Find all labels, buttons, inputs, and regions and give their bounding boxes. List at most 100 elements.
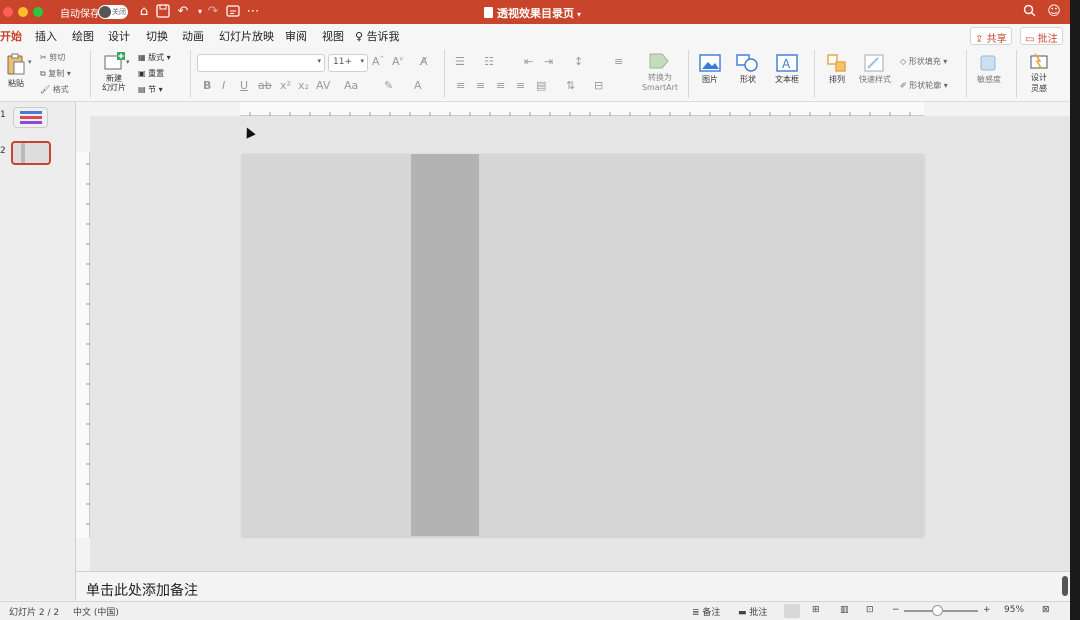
subscript-icon[interactable]: x₂	[298, 79, 309, 92]
bold-icon[interactable]: B	[203, 79, 211, 92]
slide-number-2: 2	[0, 146, 6, 156]
tab-animations[interactable]: 动画	[182, 28, 204, 44]
quick-styles-button[interactable]: 快速样式	[856, 54, 894, 85]
title-chevron-icon[interactable]: ▾	[577, 10, 581, 19]
slide-thumbnail-2[interactable]	[11, 141, 51, 165]
maximize-window-button[interactable]	[33, 7, 43, 17]
align-left-icon[interactable]: ≡	[456, 79, 465, 92]
picture-button[interactable]: 图片	[694, 54, 726, 85]
shape-fill-button[interactable]: ◇ 形状填充 ▾	[900, 56, 947, 67]
tab-review[interactable]: 审阅	[285, 28, 307, 44]
share-button[interactable]: ⇪ 共享	[970, 27, 1012, 45]
shape-button[interactable]: 形状	[732, 54, 764, 85]
font-size-select[interactable]: 11+ ▾	[328, 54, 368, 72]
sensitivity-button[interactable]: 敏感度	[972, 54, 1006, 85]
more-icon[interactable]: ⋯	[245, 4, 261, 20]
cut-button[interactable]: ✂ 剪切	[40, 52, 65, 63]
redo-icon[interactable]: ↷	[205, 4, 221, 20]
line-spacing-icon[interactable]: ↕	[574, 55, 583, 68]
search-icon[interactable]	[1021, 4, 1037, 20]
reading-view-icon[interactable]: ▥	[840, 605, 849, 615]
notes-toggle[interactable]: ≣ 备注	[692, 605, 720, 618]
editing-canvas[interactable]	[90, 116, 1070, 571]
paste-button[interactable]: 粘贴	[4, 52, 28, 89]
layout-label: 版式	[148, 53, 165, 62]
comments-button[interactable]: ▭ 批注	[1020, 27, 1063, 45]
highlight-icon[interactable]: ✎	[384, 79, 393, 92]
status-bar: 幻灯片 2 / 2 中文 (中国) ≣ 备注 ▬ 批注 ⊞ ▥ ⊡ − + 95…	[0, 601, 1070, 620]
undo-icon[interactable]: ↶	[175, 4, 191, 20]
tab-transitions[interactable]: 切换	[146, 28, 168, 44]
tab-slideshow[interactable]: 幻灯片放映	[219, 28, 274, 44]
change-case-icon[interactable]: Aa	[344, 79, 358, 92]
slideshow-icon[interactable]: ⊡	[866, 605, 874, 615]
columns-icon[interactable]: ≡	[614, 55, 623, 68]
underline-icon[interactable]: U	[240, 79, 248, 92]
close-window-button[interactable]	[3, 7, 13, 17]
thumb-stripe	[20, 116, 42, 119]
smiley-icon[interactable]: ☺	[1046, 4, 1062, 20]
bullets-icon[interactable]: ☰	[455, 55, 465, 68]
shape-outline-button[interactable]: ✐ 形状轮廓 ▾	[900, 80, 948, 91]
home-icon[interactable]: ⌂	[136, 4, 152, 20]
numbering-icon[interactable]: ☷	[484, 55, 494, 68]
tab-design[interactable]: 设计	[108, 28, 130, 44]
arrange-button[interactable]: 排列	[820, 54, 854, 85]
distributed-icon[interactable]: ▤	[536, 79, 546, 92]
current-slide[interactable]	[242, 154, 924, 536]
zoom-out-icon[interactable]: −	[892, 605, 900, 615]
align-right-icon[interactable]: ≡	[496, 79, 505, 92]
decrease-indent-icon[interactable]: ⇤	[524, 55, 533, 68]
copy-button[interactable]: ⧉ 复制 ▾	[40, 68, 71, 79]
notes-pane[interactable]: 单击此处添加备注	[76, 571, 1070, 601]
increase-indent-icon[interactable]: ⇥	[544, 55, 553, 68]
tab-insert[interactable]: 插入	[35, 28, 57, 44]
language-indicator[interactable]: 中文 (中国)	[73, 605, 119, 618]
font-color-icon[interactable]: A	[414, 79, 422, 92]
zoom-level[interactable]: 95%	[1004, 605, 1024, 615]
increase-font-icon[interactable]: A^	[372, 55, 385, 68]
character-spacing-icon[interactable]: AV	[316, 79, 330, 92]
designer-button[interactable]: 设计 灵感	[1022, 52, 1056, 94]
align-text-icon[interactable]: ⊟	[594, 79, 603, 92]
title-bar: 自动保存 关闭 ⌂ ↶ ▾ ↷ ⋯ 透视效果目录页 ▾ ☺	[0, 0, 1070, 24]
normal-view-button[interactable]	[784, 604, 800, 618]
minimize-window-button[interactable]	[18, 7, 28, 17]
autosave-toggle[interactable]: 关闭	[98, 5, 128, 19]
slide-thumbnail-1[interactable]	[13, 107, 48, 128]
decrease-font-icon[interactable]: Av	[392, 55, 403, 68]
slide-sorter-icon[interactable]: ⊞	[812, 605, 820, 615]
tab-view[interactable]: 视图	[322, 28, 344, 44]
notes-toggle-label: 备注	[702, 608, 721, 618]
format-painter-button[interactable]: 🖌 格式	[40, 84, 69, 95]
convert-smartart-button[interactable]: 转换为 SmartArt	[638, 52, 682, 92]
italic-icon[interactable]: I	[222, 79, 225, 92]
strikethrough-icon[interactable]: ab	[258, 79, 272, 92]
paste-dropdown-icon[interactable]: ▾	[28, 58, 32, 66]
new-slide-dropdown-icon[interactable]: ▾	[126, 58, 130, 66]
align-center-icon[interactable]: ≡	[476, 79, 485, 92]
textbox-button[interactable]: A 文本框	[770, 54, 804, 85]
separator	[190, 50, 191, 98]
zoom-in-icon[interactable]: +	[983, 605, 991, 615]
zoom-slider-knob[interactable]	[932, 605, 943, 616]
notes-scrollbar[interactable]	[1062, 576, 1068, 596]
text-direction-icon[interactable]: ⇅	[566, 79, 575, 92]
fit-to-window-icon[interactable]: ⊠	[1042, 605, 1050, 615]
reset-button[interactable]: ▣ 重置	[138, 68, 164, 79]
font-name-select[interactable]: ▾	[197, 54, 325, 72]
smartart-icon	[649, 53, 669, 69]
comments-toggle[interactable]: ▬ 批注	[738, 605, 767, 618]
tab-draw[interactable]: 绘图	[72, 28, 94, 44]
layout-button[interactable]: ▦ 版式 ▾	[138, 52, 171, 63]
save-icon[interactable]	[155, 4, 171, 20]
justify-icon[interactable]: ≡	[516, 79, 525, 92]
section-button[interactable]: ▤ 节 ▾	[138, 84, 163, 95]
vertical-bar-shape[interactable]	[411, 154, 479, 536]
tell-me-search[interactable]: ♀ 告诉我	[355, 28, 400, 44]
tab-home[interactable]: 开始	[0, 28, 22, 48]
clear-format-icon[interactable]: A̸	[420, 55, 428, 68]
superscript-icon[interactable]: x²	[280, 79, 291, 92]
shapes-icon	[736, 54, 758, 72]
customize-icon[interactable]	[225, 4, 241, 20]
